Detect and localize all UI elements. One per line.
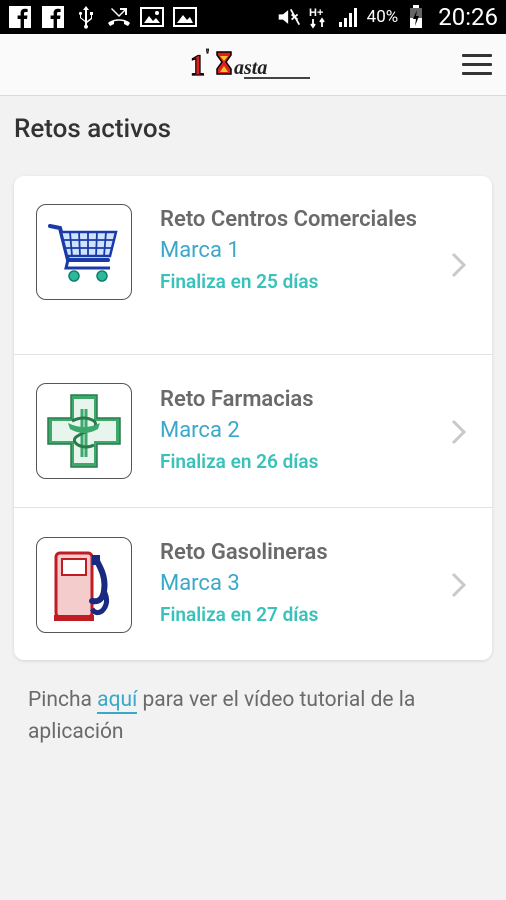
- status-bar: H+ 40% 20:26: [0, 0, 506, 34]
- app-header: 1 ' asta: [0, 34, 506, 96]
- hamburger-menu-button[interactable]: [462, 54, 492, 76]
- challenge-title: Reto Farmacias: [160, 387, 314, 412]
- challenge-item-centros-comerciales[interactable]: Reto Centros Comerciales Marca 1 Finaliz…: [14, 176, 492, 354]
- gallery-icon: [140, 5, 164, 29]
- challenges-list: Reto Centros Comerciales Marca 1 Finaliz…: [14, 176, 492, 660]
- facebook-icon: [8, 5, 32, 29]
- menu-bar: [462, 54, 492, 57]
- battery-percent: 40%: [366, 7, 399, 27]
- battery-icon: [404, 5, 428, 29]
- chevron-right-icon: [451, 572, 467, 598]
- chevron-right-icon: [451, 252, 467, 278]
- network-type-icon: H+: [307, 5, 331, 29]
- challenge-deadline: Finaliza en 25 días: [160, 270, 319, 293]
- svg-text:1: 1: [190, 49, 205, 82]
- challenge-text: Reto Gasolineras Marca 3 Finaliza en 27 …: [160, 537, 432, 628]
- challenge-title: Reto Gasolineras: [160, 540, 328, 565]
- mute-icon: [277, 5, 301, 29]
- challenge-brand: Marca 3: [160, 571, 240, 596]
- chevron-right-icon: [451, 419, 467, 445]
- challenge-title: Reto Centros Comerciales: [160, 207, 417, 232]
- menu-bar: [462, 63, 492, 66]
- signal-icon: [337, 5, 361, 29]
- challenge-deadline: Finaliza en 27 días: [160, 603, 319, 626]
- challenge-item-gasolineras[interactable]: Reto Gasolineras Marca 3 Finaliza en 27 …: [14, 507, 492, 660]
- challenge-brand: Marca 2: [160, 418, 240, 443]
- menu-bar: [462, 72, 492, 75]
- missed-call-icon: [107, 5, 131, 29]
- challenge-text: Reto Centros Comerciales Marca 1 Finaliz…: [160, 204, 432, 295]
- challenge-brand: Marca 1: [160, 238, 240, 263]
- svg-text:asta: asta: [234, 57, 267, 79]
- challenge-text: Reto Farmacias Marca 2 Finaliza en 26 dí…: [160, 384, 432, 475]
- usb-icon: [74, 5, 98, 29]
- fuel-pump-icon: [36, 537, 132, 633]
- challenge-deadline: Finaliza en 26 días: [160, 450, 319, 473]
- challenge-item-farmacias[interactable]: Reto Farmacias Marca 2 Finaliza en 26 dí…: [14, 354, 492, 507]
- clock: 20:26: [438, 3, 498, 31]
- section-title: Retos activos: [14, 114, 171, 144]
- pharmacy-cross-icon: [36, 383, 132, 479]
- app-logo: 1 ' asta: [189, 44, 314, 84]
- image-icon: [173, 5, 197, 29]
- tutorial-link[interactable]: aquí: [97, 688, 138, 714]
- svg-text:': ': [205, 45, 210, 65]
- svg-text:H+: H+: [309, 7, 323, 19]
- tutorial-text: Pincha aquí para ver el vídeo tutorial d…: [28, 684, 478, 748]
- shopping-cart-icon: [36, 204, 132, 300]
- tutorial-prefix: Pincha: [28, 688, 98, 712]
- facebook-icon: [41, 5, 65, 29]
